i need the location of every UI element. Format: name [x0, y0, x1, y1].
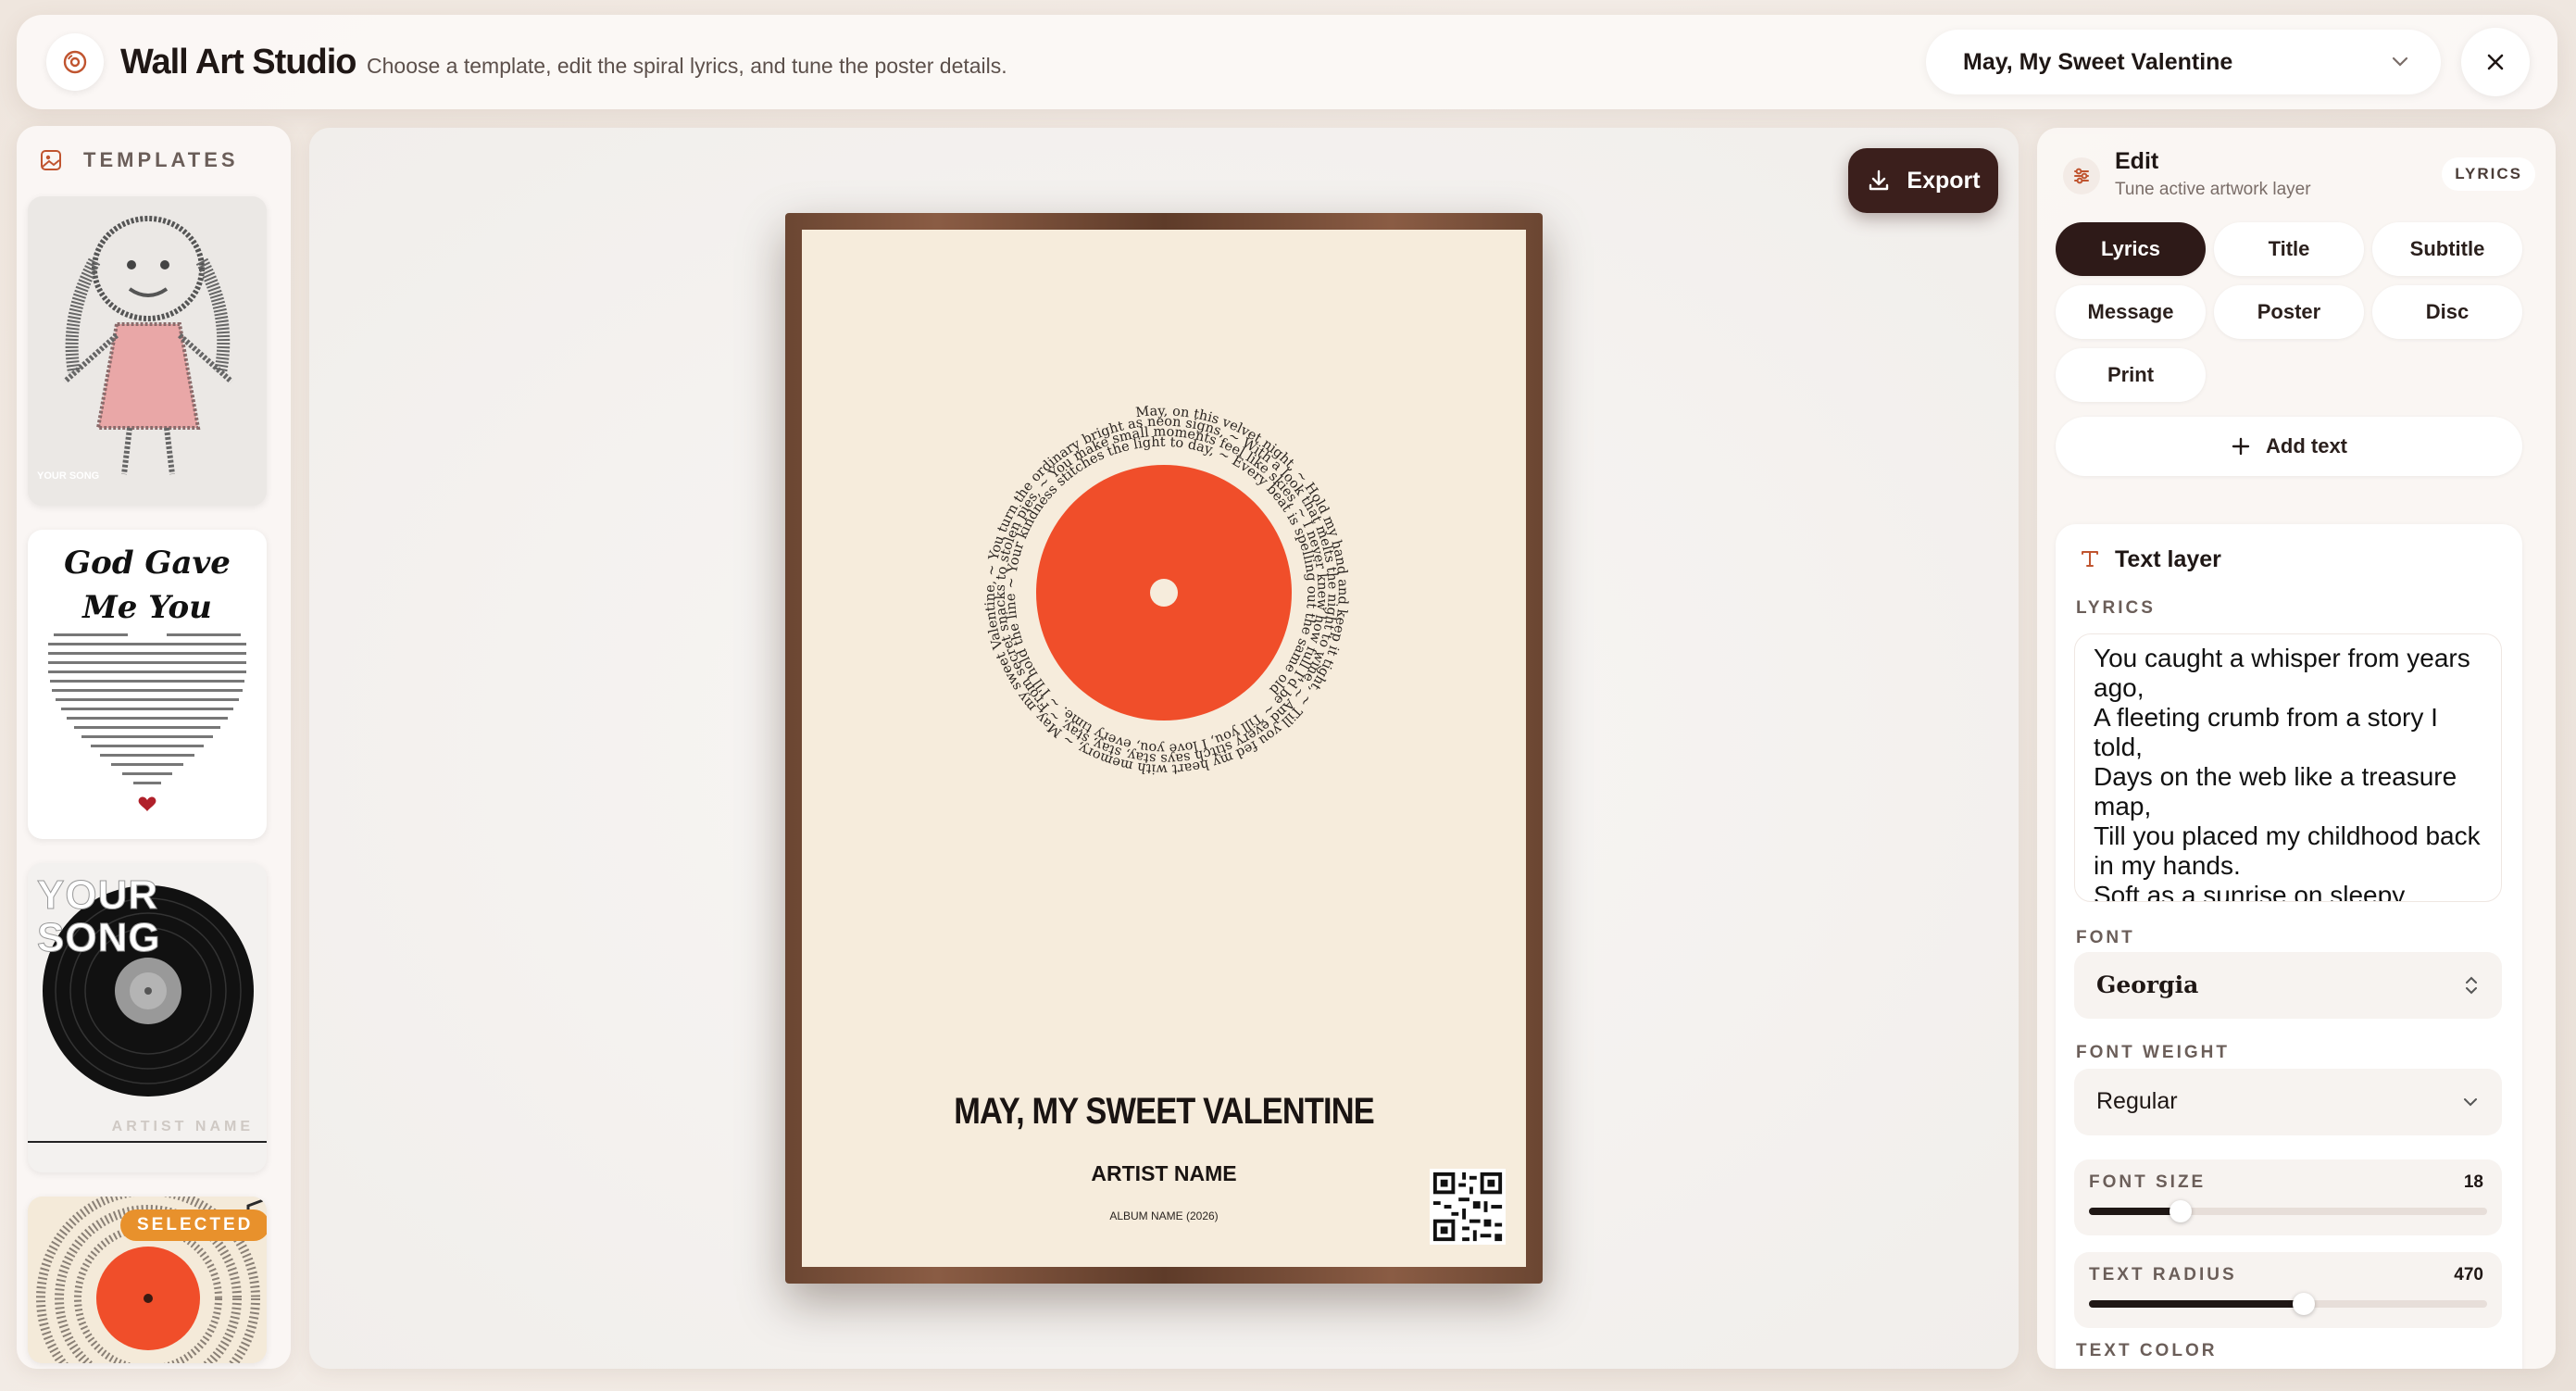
text-radius-slider[interactable]: TEXT RADIUS 470	[2074, 1252, 2502, 1328]
font-select-value: Georgia	[2096, 971, 2199, 998]
project-select-value: May, My Sweet Valentine	[1963, 49, 2233, 75]
app-header: Wall Art Studio Choose a template, edit …	[17, 15, 2557, 109]
tab-lyrics[interactable]: Lyrics	[2056, 222, 2206, 276]
export-label: Export	[1907, 167, 1981, 194]
template-title-line2: SONG	[37, 915, 161, 961]
templates-heading-label: TEMPLATES	[83, 148, 239, 171]
font-size-value: 18	[2463, 1172, 2483, 1192]
template-caption: ARTIST NAME	[111, 1119, 254, 1134]
tab-subtitle[interactable]: Subtitle	[2372, 222, 2522, 276]
tab-disc[interactable]: Disc	[2372, 285, 2522, 339]
tab-poster[interactable]: Poster	[2214, 285, 2364, 339]
text-color-label: TEXT COLOR	[2076, 1341, 2218, 1360]
slider-fill	[2089, 1300, 2305, 1308]
tab-print[interactable]: Print	[2056, 348, 2206, 402]
lyrics-label: LYRICS	[2076, 598, 2156, 618]
font-weight-select[interactable]: Regular	[2074, 1069, 2502, 1135]
edit-panel: Edit Tune active artwork layer LYRICS Ly…	[2037, 128, 2556, 1369]
lyrics-line: Days on the web like a treasure map,	[2094, 762, 2457, 821]
app-subtitle: Choose a template, edit the spiral lyric…	[367, 54, 1007, 78]
lyrics-line: A fleeting crumb from a story I told,	[2094, 703, 2438, 761]
logo-button[interactable]	[46, 33, 104, 91]
slider-fill	[2089, 1208, 2181, 1215]
slider-track	[2089, 1200, 2487, 1222]
app-title: Wall Art Studio	[120, 43, 356, 81]
close-icon	[2487, 54, 2504, 70]
poster-album[interactable]: ALBUM NAME (2026)	[802, 1209, 1526, 1222]
girl-drawing-image	[28, 196, 267, 506]
template-card-orange-disc[interactable]: SELECTED	[28, 1197, 267, 1363]
close-button[interactable]	[2461, 28, 2530, 96]
artwork-canvas: Export May, on this velvet night, ~ Hold…	[309, 128, 2019, 1369]
text-layer-title: Text layer	[2115, 546, 2221, 572]
slider-handle[interactable]	[2293, 1293, 2316, 1315]
qr-code-icon[interactable]	[1430, 1169, 1506, 1245]
disc-center-hole	[1150, 579, 1178, 607]
add-text-label: Add text	[2266, 434, 2347, 457]
plus-icon	[2232, 437, 2250, 456]
poster-title[interactable]: MAY, MY SWEET VALENTINE	[853, 1091, 1476, 1133]
image-icon	[41, 150, 61, 170]
text-radius-value: 470	[2454, 1265, 2483, 1284]
chevron-down-icon	[2464, 1098, 2477, 1107]
updown-chevron-icon	[2466, 976, 2477, 995]
font-size-label: FONT SIZE	[2089, 1172, 2207, 1192]
edit-subtitle: Tune active artwork layer	[2115, 180, 2311, 199]
export-button[interactable]: Export	[1848, 148, 1998, 213]
project-select[interactable]: May, My Sweet Valentine	[1926, 30, 2441, 94]
template-caption: YOUR SONG	[37, 470, 100, 482]
tab-message[interactable]: Message	[2056, 285, 2206, 339]
poster-artist[interactable]: ARTIST NAME	[802, 1161, 1526, 1186]
chevron-down-icon	[2392, 56, 2408, 67]
templates-sidebar: TEMPLATES YOUR SONG God Gave Me You YOUR…	[17, 126, 291, 1369]
selected-badge: SELECTED	[120, 1209, 267, 1241]
lyrics-line: Soft as a sunrise on sleepy	[2094, 881, 2406, 902]
heart-text-image	[48, 633, 246, 811]
download-icon	[1869, 169, 1889, 191]
sliders-icon	[2063, 157, 2100, 194]
text-radius-label: TEXT RADIUS	[2089, 1265, 2237, 1284]
vinyl-logo-icon	[63, 50, 87, 74]
lyrics-line: Till you placed my childhood back in my …	[2094, 821, 2481, 880]
template-card-heart[interactable]: God Gave Me You	[28, 530, 267, 839]
template-card-drawing[interactable]: YOUR SONG	[28, 196, 267, 506]
tab-title[interactable]: Title	[2214, 222, 2364, 276]
active-layer-badge: LYRICS	[2442, 157, 2535, 191]
font-select[interactable]: Georgia	[2074, 952, 2502, 1019]
font-weight-label: FONT WEIGHT	[2076, 1043, 2230, 1062]
lyrics-line: You caught a whisper from years ago,	[2094, 644, 2470, 702]
poster[interactable]: May, on this velvet night, ~ Hold my han…	[802, 230, 1526, 1267]
template-card-vinyl[interactable]: YOUR SONG ARTIST NAME	[28, 863, 267, 1172]
font-size-slider[interactable]: FONT SIZE 18	[2074, 1159, 2502, 1235]
templates-heading: TEMPLATES	[39, 148, 239, 172]
poster-frame: May, on this velvet night, ~ Hold my han…	[785, 213, 1543, 1284]
lyrics-textarea[interactable]: You caught a whisper from years ago, A f…	[2074, 633, 2502, 902]
template-title-line1: YOUR	[36, 872, 159, 919]
text-layer-card: Text layer LYRICS You caught a whisper f…	[2056, 524, 2522, 1369]
edit-title: Edit	[2115, 148, 2159, 174]
slider-track	[2089, 1293, 2487, 1315]
text-type-icon	[2082, 551, 2098, 567]
font-weight-value: Regular	[2096, 1088, 2178, 1114]
font-label: FONT	[2076, 928, 2135, 947]
slider-handle[interactable]	[2169, 1200, 2192, 1222]
add-text-button[interactable]: Add text	[2056, 417, 2522, 476]
